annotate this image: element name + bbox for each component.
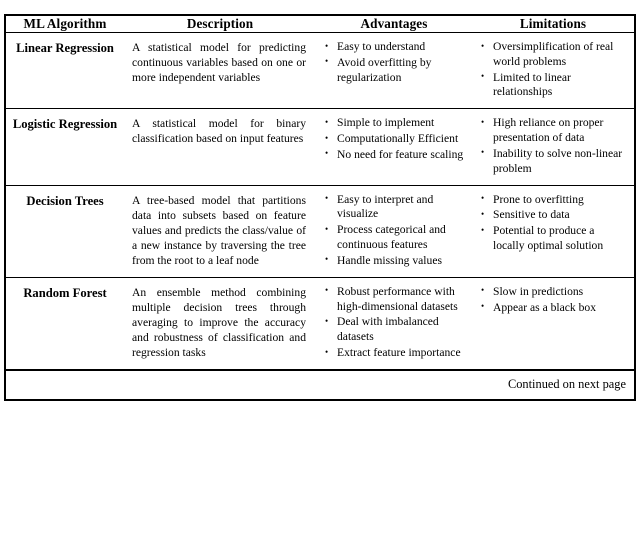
algorithm-name: Linear Regression — [16, 41, 114, 55]
bullet-item: Handle missing values — [324, 253, 466, 269]
cell-advantages: Easy to understandAvoid overfitting by r… — [316, 32, 472, 110]
description-text: An ensemble method combining multiple de… — [132, 285, 306, 360]
algorithm-name: Random Forest — [23, 285, 107, 300]
limitations-list: High reliance on proper presentation of … — [472, 116, 634, 176]
cell-advantages: Robust performance with high-dimensional… — [316, 277, 472, 371]
table-body: Linear Regression A statistical model fo… — [4, 32, 636, 401]
bullet-item: Limited to linear relationships — [480, 70, 628, 101]
bullet-item: Easy to interpret and visualize — [324, 192, 466, 223]
table-page: ML Algorithm Description Advantages Limi… — [0, 0, 640, 542]
limitations-list: Oversimplification of real world problem… — [472, 40, 634, 100]
advantages-list: Robust performance with high-dimensional… — [316, 284, 472, 361]
cell-advantages: Easy to interpret and visualizeProcess c… — [316, 185, 472, 278]
advantages-list: Easy to interpret and visualizeProcess c… — [316, 192, 472, 269]
table-footer-row: Continued on next page — [4, 368, 636, 401]
table-row: Linear Regression A statistical model fo… — [4, 32, 636, 110]
bullet-item: Robust performance with high-dimensional… — [324, 284, 466, 315]
cell-limitations: Oversimplification of real world problem… — [472, 32, 636, 110]
table-row: Decision Trees A tree-based model that p… — [4, 185, 636, 278]
bullet-item: Appear as a black box — [480, 300, 628, 316]
cell-limitations: Slow in predictionsAppear as a black box — [472, 277, 636, 371]
bullet-item: Deal with imbalanced datasets — [324, 315, 466, 345]
bullet-item: Prone to overfitting — [480, 192, 628, 208]
bullet-item: Avoid overfitting by regularization — [324, 55, 466, 86]
cell-limitations: High reliance on proper presentation of … — [472, 108, 636, 186]
cell-limitations: Prone to overfittingSensitive to dataPot… — [472, 185, 636, 278]
bullet-item: Sensitive to data — [480, 208, 628, 223]
ml-algorithm-comparison-table: ML Algorithm Description Advantages Limi… — [4, 14, 636, 401]
cell-algorithm: Random Forest — [4, 277, 124, 371]
bullet-item: Simple to implement — [324, 116, 466, 131]
algorithm-name: Logistic Regression — [12, 117, 118, 132]
bullet-item: Computationally Efficient — [324, 132, 466, 147]
cut-off-running-header — [0, 0, 640, 14]
header-row: ML Algorithm Description Advantages Limi… — [4, 14, 636, 33]
bullet-item: Easy to understand — [324, 40, 466, 55]
bullet-item: Oversimplification of real world problem… — [480, 40, 628, 70]
column-header-advantages: Advantages — [316, 14, 472, 33]
bullet-item: Extract feature importance — [324, 346, 466, 361]
cell-algorithm: Linear Regression — [4, 32, 124, 110]
cell-description: A tree-based model that partitions data … — [124, 185, 316, 278]
bullet-item: High reliance on proper presentation of … — [480, 116, 628, 146]
limitations-list: Prone to overfittingSensitive to dataPot… — [472, 192, 634, 254]
advantages-list: Easy to understandAvoid overfitting by r… — [316, 40, 472, 85]
bullet-item: Inability to solve non-linear problem — [480, 146, 628, 177]
cell-description: A statistical model for predicting conti… — [124, 32, 316, 110]
bullet-item: Potential to produce a locally optimal s… — [480, 224, 628, 254]
column-header-description: Description — [124, 14, 316, 33]
cell-description: An ensemble method combining multiple de… — [124, 277, 316, 371]
cell-advantages: Simple to implementComputationally Effic… — [316, 108, 472, 186]
continued-notice: Continued on next page — [4, 368, 636, 401]
description-text: A statistical model for predicting conti… — [132, 41, 306, 85]
table-row: Logistic Regression A statistical model … — [4, 108, 636, 186]
table-header: ML Algorithm Description Advantages Limi… — [4, 14, 636, 33]
cell-description: A statistical model for binary classific… — [124, 108, 316, 186]
column-header-limitations: Limitations — [472, 14, 636, 33]
bullet-item: Process categorical and continuous featu… — [324, 223, 466, 253]
column-header-ml-algorithm: ML Algorithm — [4, 14, 124, 33]
bullet-item: No need for feature scaling — [324, 147, 466, 163]
description-text: A statistical model for binary classific… — [132, 117, 306, 146]
advantages-list: Simple to implementComputationally Effic… — [316, 116, 472, 162]
algorithm-name: Decision Trees — [26, 193, 104, 208]
cell-algorithm: Logistic Regression — [4, 108, 124, 186]
table-row: Random Forest An ensemble method combini… — [4, 277, 636, 371]
cell-algorithm: Decision Trees — [4, 185, 124, 278]
limitations-list: Slow in predictionsAppear as a black box — [472, 284, 634, 316]
bullet-item: Slow in predictions — [480, 284, 628, 300]
description-text: A tree-based model that partitions data … — [132, 193, 306, 267]
